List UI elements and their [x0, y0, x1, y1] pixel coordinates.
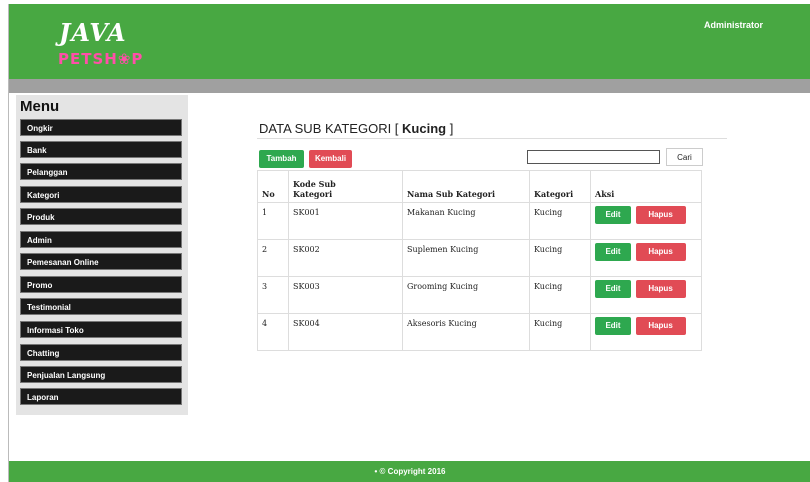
delete-button[interactable]: Hapus	[635, 243, 686, 261]
add-button[interactable]: Tambah	[259, 150, 304, 168]
search-button[interactable]: Cari	[666, 148, 703, 166]
cell-kode: SK002	[288, 239, 403, 277]
cell-aksi: Edit Hapus	[590, 239, 702, 277]
column-header-aksi: Aksi	[590, 170, 702, 203]
cell-aksi: Edit Hapus	[590, 202, 702, 240]
table-row: 4 SK004 Aksesoris Kucing Kucing Edit Hap…	[257, 313, 702, 351]
page-title-suffix: ]	[446, 121, 454, 136]
header-bar: JAVA PETSH❀P Administrator	[9, 4, 810, 79]
cell-no: 4	[257, 313, 289, 351]
cell-kode: SK003	[288, 276, 403, 314]
cell-nama: Aksesoris Kucing	[402, 313, 530, 351]
subcategory-table: No Kode Sub Kategori Nama Sub Kategori K…	[257, 170, 702, 351]
cell-nama: Suplemen Kucing	[402, 239, 530, 277]
column-header-kode-label: Kode Sub Kategori	[293, 179, 336, 199]
cell-kategori: Kucing	[529, 276, 591, 314]
menu-item-ongkir[interactable]: Ongkir	[20, 119, 182, 136]
menu-item-bank[interactable]: Bank	[20, 141, 182, 158]
edit-button[interactable]: Edit	[595, 243, 631, 261]
cell-kategori: Kucing	[529, 202, 591, 240]
menu-item-promo[interactable]: Promo	[20, 276, 182, 293]
table-header-row: No Kode Sub Kategori Nama Sub Kategori K…	[257, 170, 702, 203]
cell-kategori: Kucing	[529, 239, 591, 277]
delete-button[interactable]: Hapus	[635, 280, 686, 298]
page-title-category: Kucing	[402, 121, 447, 136]
cell-aksi: Edit Hapus	[590, 313, 702, 351]
table-row: 3 SK003 Grooming Kucing Kucing Edit Hapu…	[257, 276, 702, 314]
app-frame: JAVA PETSH❀P Administrator Menu Ongkir B…	[8, 4, 810, 482]
menu-item-produk[interactable]: Produk	[20, 208, 182, 225]
menu-item-chatting[interactable]: Chatting	[20, 344, 182, 361]
column-header-nama: Nama Sub Kategori	[402, 170, 530, 203]
logo-petshop[interactable]: PETSH❀P	[58, 50, 143, 68]
header-divider-bar	[9, 79, 810, 93]
table-row: 2 SK002 Suplemen Kucing Kucing Edit Hapu…	[257, 239, 702, 277]
table-row: 1 SK001 Makanan Kucing Kucing Edit Hapus	[257, 202, 702, 240]
delete-button[interactable]: Hapus	[635, 317, 686, 335]
page-title: DATA SUB KATEGORI [ Kucing ]	[259, 121, 453, 136]
edit-button[interactable]: Edit	[595, 206, 631, 224]
menu-item-pemesanan-online[interactable]: Pemesanan Online	[20, 253, 182, 270]
cell-kode: SK004	[288, 313, 403, 351]
cell-kategori: Kucing	[529, 313, 591, 351]
sidebar: Menu Ongkir Bank Pelanggan Kategori Prod…	[16, 95, 188, 415]
cell-nama: Makanan Kucing	[402, 202, 530, 240]
cell-no: 2	[257, 239, 289, 277]
page-title-prefix: DATA SUB KATEGORI [	[259, 121, 403, 136]
menu-item-laporan[interactable]: Laporan	[20, 388, 182, 405]
menu-item-penjualan-langsung[interactable]: Penjualan Langsung	[20, 366, 182, 383]
menu-item-informasi-toko[interactable]: Informasi Toko	[20, 321, 182, 338]
user-label[interactable]: Administrator	[704, 20, 763, 30]
menu-title: Menu	[20, 98, 60, 115]
column-header-kode: Kode Sub Kategori	[288, 170, 403, 203]
column-header-no: No	[257, 170, 289, 203]
menu-item-kategori[interactable]: Kategori	[20, 186, 182, 203]
title-divider	[257, 138, 727, 139]
cell-nama: Grooming Kucing	[402, 276, 530, 314]
cell-no: 3	[257, 276, 289, 314]
edit-button[interactable]: Edit	[595, 317, 631, 335]
menu-item-testimonial[interactable]: Testimonial	[20, 298, 182, 315]
edit-button[interactable]: Edit	[595, 280, 631, 298]
footer: • © Copyright 2016	[9, 461, 810, 482]
cell-no: 1	[257, 202, 289, 240]
delete-button[interactable]: Hapus	[635, 206, 686, 224]
main-content: DATA SUB KATEGORI [ Kucing ] Tambah Kemb…	[191, 93, 810, 463]
menu-item-pelanggan[interactable]: Pelanggan	[20, 163, 182, 180]
cell-aksi: Edit Hapus	[590, 276, 702, 314]
back-button[interactable]: Kembali	[309, 150, 352, 168]
cell-kode: SK001	[288, 202, 403, 240]
column-header-kategori: Kategori	[529, 170, 591, 203]
search-input[interactable]	[527, 150, 660, 164]
logo-java[interactable]: JAVA	[59, 18, 127, 47]
menu-item-admin[interactable]: Admin	[20, 231, 182, 248]
